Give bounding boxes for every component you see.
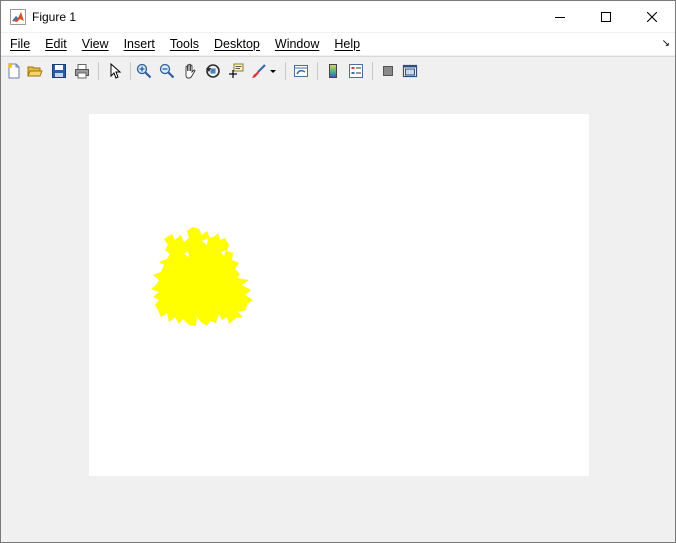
toolbar-separator (285, 62, 286, 80)
new-figure-icon[interactable] (4, 61, 24, 81)
link-plot-icon[interactable] (291, 61, 311, 81)
brush-icon[interactable] (249, 61, 269, 81)
matlab-logo-icon[interactable] (10, 8, 26, 25)
menu-window[interactable]: Window (267, 33, 326, 55)
rotate-3d-icon[interactable] (203, 61, 223, 81)
menu-desktop[interactable]: Desktop (206, 33, 267, 55)
plot-image (151, 227, 253, 326)
yellow-blob (151, 227, 253, 326)
toolbar-separator (372, 62, 373, 80)
figure-window: Figure 1 File Edit View Insert Tools Des… (0, 0, 676, 543)
print-icon[interactable] (72, 61, 92, 81)
zoom-in-icon[interactable] (134, 61, 154, 81)
figure-canvas (1, 85, 675, 542)
open-file-icon[interactable] (25, 61, 45, 81)
colorbar-icon[interactable] (323, 61, 343, 81)
hide-plot-tools-icon[interactable] (378, 61, 398, 81)
title-bar: Figure 1 (1, 1, 675, 32)
axes-area[interactable] (89, 114, 589, 476)
legend-icon[interactable] (346, 61, 366, 81)
toolbar-separator (130, 62, 131, 80)
figure-toolbar (1, 56, 675, 86)
menu-tools[interactable]: Tools (162, 33, 206, 55)
close-icon (647, 11, 657, 22)
dock-arrow-icon[interactable]: ↘ (662, 38, 670, 49)
minimize-icon (555, 16, 565, 18)
window-title: Figure 1 (32, 9, 77, 24)
minimize-button[interactable] (537, 1, 583, 32)
data-cursor-icon[interactable] (226, 61, 246, 81)
maximize-button[interactable] (583, 1, 629, 32)
pan-hand-icon[interactable] (180, 61, 200, 81)
toolbar-separator (98, 62, 99, 80)
save-icon[interactable] (49, 61, 69, 81)
pointer-icon[interactable] (105, 61, 125, 81)
menu-help[interactable]: Help (326, 33, 367, 55)
menu-file[interactable]: File (1, 33, 37, 55)
toolbar-separator (317, 62, 318, 80)
brush-dropdown-icon[interactable] (267, 61, 279, 81)
menu-edit[interactable]: Edit (37, 33, 74, 55)
maximize-icon (601, 11, 611, 22)
menu-bar: File Edit View Insert Tools Desktop Wind… (1, 33, 675, 55)
menu-view[interactable]: View (74, 33, 116, 55)
show-plot-tools-icon[interactable] (400, 61, 420, 81)
window-controls (537, 1, 675, 32)
menu-insert[interactable]: Insert (116, 33, 162, 55)
zoom-out-icon[interactable] (157, 61, 177, 81)
close-button[interactable] (629, 1, 675, 32)
